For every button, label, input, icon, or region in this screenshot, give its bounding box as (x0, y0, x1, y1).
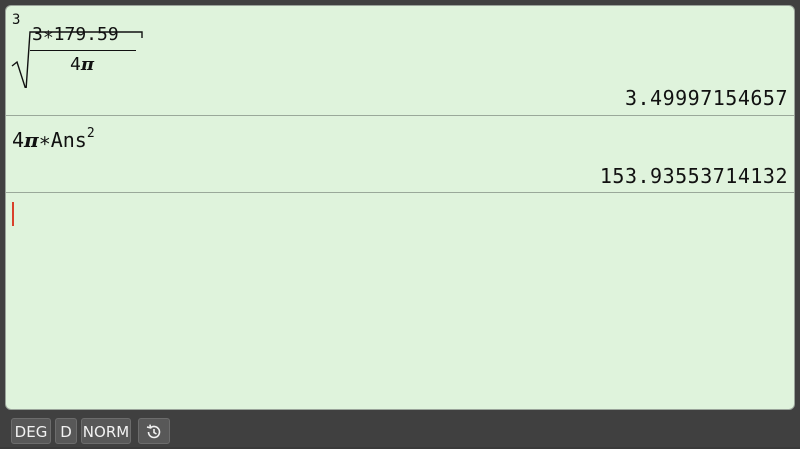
history-entry[interactable]: 4π∗Ans2 153.93553714132 (6, 116, 794, 193)
result-value: 153.93553714132 (599, 164, 788, 188)
exponent: 2 (86, 126, 95, 141)
input-cursor (12, 202, 14, 226)
fraction-bar (30, 50, 136, 51)
display-mode-button[interactable]: D (55, 418, 77, 444)
fraction-denominator: 4π (70, 54, 95, 75)
ans-expression: 4π∗Ans2 (12, 126, 95, 152)
calculator-display[interactable]: 3 3∗179.59 4π 3.49997154657 4π∗Ans2 153.… (5, 5, 795, 410)
angle-mode-button[interactable]: DEG (11, 418, 51, 444)
result-value: 3.49997154657 (624, 86, 788, 110)
status-bar: DEG D NORM (0, 413, 800, 447)
history-entry[interactable]: 3 3∗179.59 4π 3.49997154657 (6, 6, 794, 116)
history-button[interactable] (138, 418, 170, 444)
cube-root-expression: 3 3∗179.59 4π (10, 12, 150, 88)
calculator-window: 3 3∗179.59 4π 3.49997154657 4π∗Ans2 153.… (0, 0, 800, 447)
fraction-numerator: 3∗179.59 (32, 24, 119, 45)
history-icon (146, 424, 161, 439)
number-format-button[interactable]: NORM (81, 418, 131, 444)
